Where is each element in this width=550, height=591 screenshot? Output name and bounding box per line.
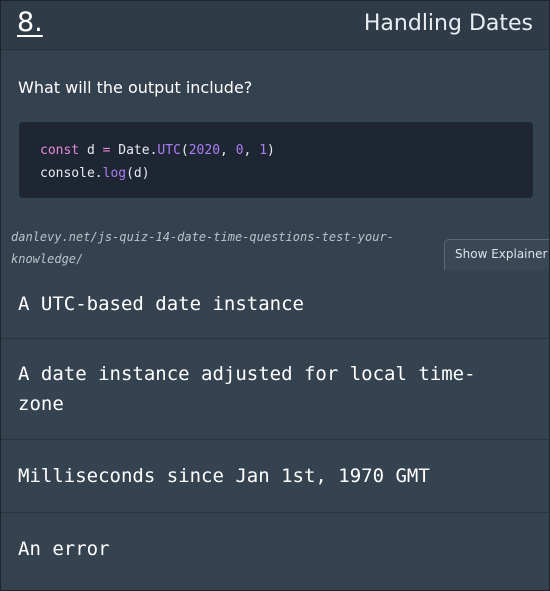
code-line-1: const d = Date.UTC(2020, 0, 1) [40,143,275,158]
quiz-header: 8. Handling Dates [1,1,549,50]
source-link[interactable]: danlevy.net/js-quiz-14-date-time-questio… [11,226,441,270]
answer-list: A UTC-based date instance A date instanc… [1,270,549,585]
question-title: Handling Dates [363,11,533,36]
code-line-2: console.log(d) [40,166,150,181]
question-text: What will the output include? [18,78,253,97]
answer-option-4[interactable]: An error [1,512,549,585]
code-block: const d = Date.UTC(2020, 0, 1) console.l… [19,122,533,198]
answer-option-2[interactable]: A date instance adjusted for local time-… [1,338,549,439]
show-explainer-button[interactable]: Show Explainer [444,239,549,270]
answer-option-3[interactable]: Milliseconds since Jan 1st, 1970 GMT [1,439,549,512]
quiz-card: 8. Handling Dates What will the output i… [0,0,550,591]
answer-option-1[interactable]: A UTC-based date instance [1,270,549,338]
question-number-link[interactable]: 8. [17,7,43,38]
